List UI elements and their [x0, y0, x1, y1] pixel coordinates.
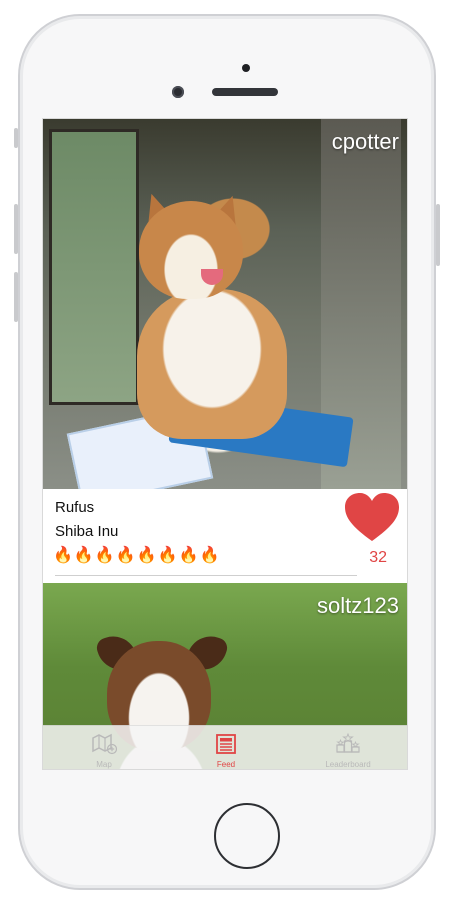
map-icon [92, 733, 117, 755]
app-screen: cpotter Rufus Shiba Inu 🔥🔥🔥🔥🔥🔥🔥🔥 32 solt… [42, 118, 408, 770]
tab-label: Leaderboard [325, 760, 371, 769]
home-button[interactable] [214, 803, 280, 869]
power-button [436, 204, 440, 266]
tab-feed[interactable]: Feed [165, 726, 287, 769]
volume-up-button [14, 204, 18, 254]
tab-label: Map [96, 760, 112, 769]
heart-icon[interactable] [343, 491, 401, 543]
post-username[interactable]: soltz123 [317, 593, 399, 619]
tab-leaderboard[interactable]: Leaderboard [287, 726, 407, 769]
post-username[interactable]: cpotter [332, 129, 399, 155]
post-info: Rufus Shiba Inu 🔥🔥🔥🔥🔥🔥🔥🔥 32 [43, 489, 407, 581]
leaderboard-icon [336, 732, 360, 753]
volume-down-button [14, 272, 18, 322]
front-camera [172, 86, 184, 98]
dog-body-shape [137, 289, 287, 439]
earpiece-speaker [212, 88, 278, 96]
fire-rating: 🔥🔥🔥🔥🔥🔥🔥🔥 [53, 547, 221, 564]
likes-count: 32 [369, 549, 387, 566]
tab-label: Feed [216, 760, 236, 769]
photo-window-region [49, 129, 139, 405]
pet-name: Rufus [55, 499, 95, 516]
divider-line [55, 575, 357, 576]
post-photo[interactable]: cpotter [43, 119, 407, 489]
mute-switch [14, 128, 18, 148]
pet-breed: Shiba Inu [55, 523, 119, 540]
tab-bar: Map Feed Leaderboard [43, 725, 407, 769]
proximity-sensor [242, 64, 250, 72]
feed-icon [216, 734, 236, 754]
dog-head-shape [139, 201, 243, 299]
tab-map[interactable]: Map [43, 726, 165, 769]
